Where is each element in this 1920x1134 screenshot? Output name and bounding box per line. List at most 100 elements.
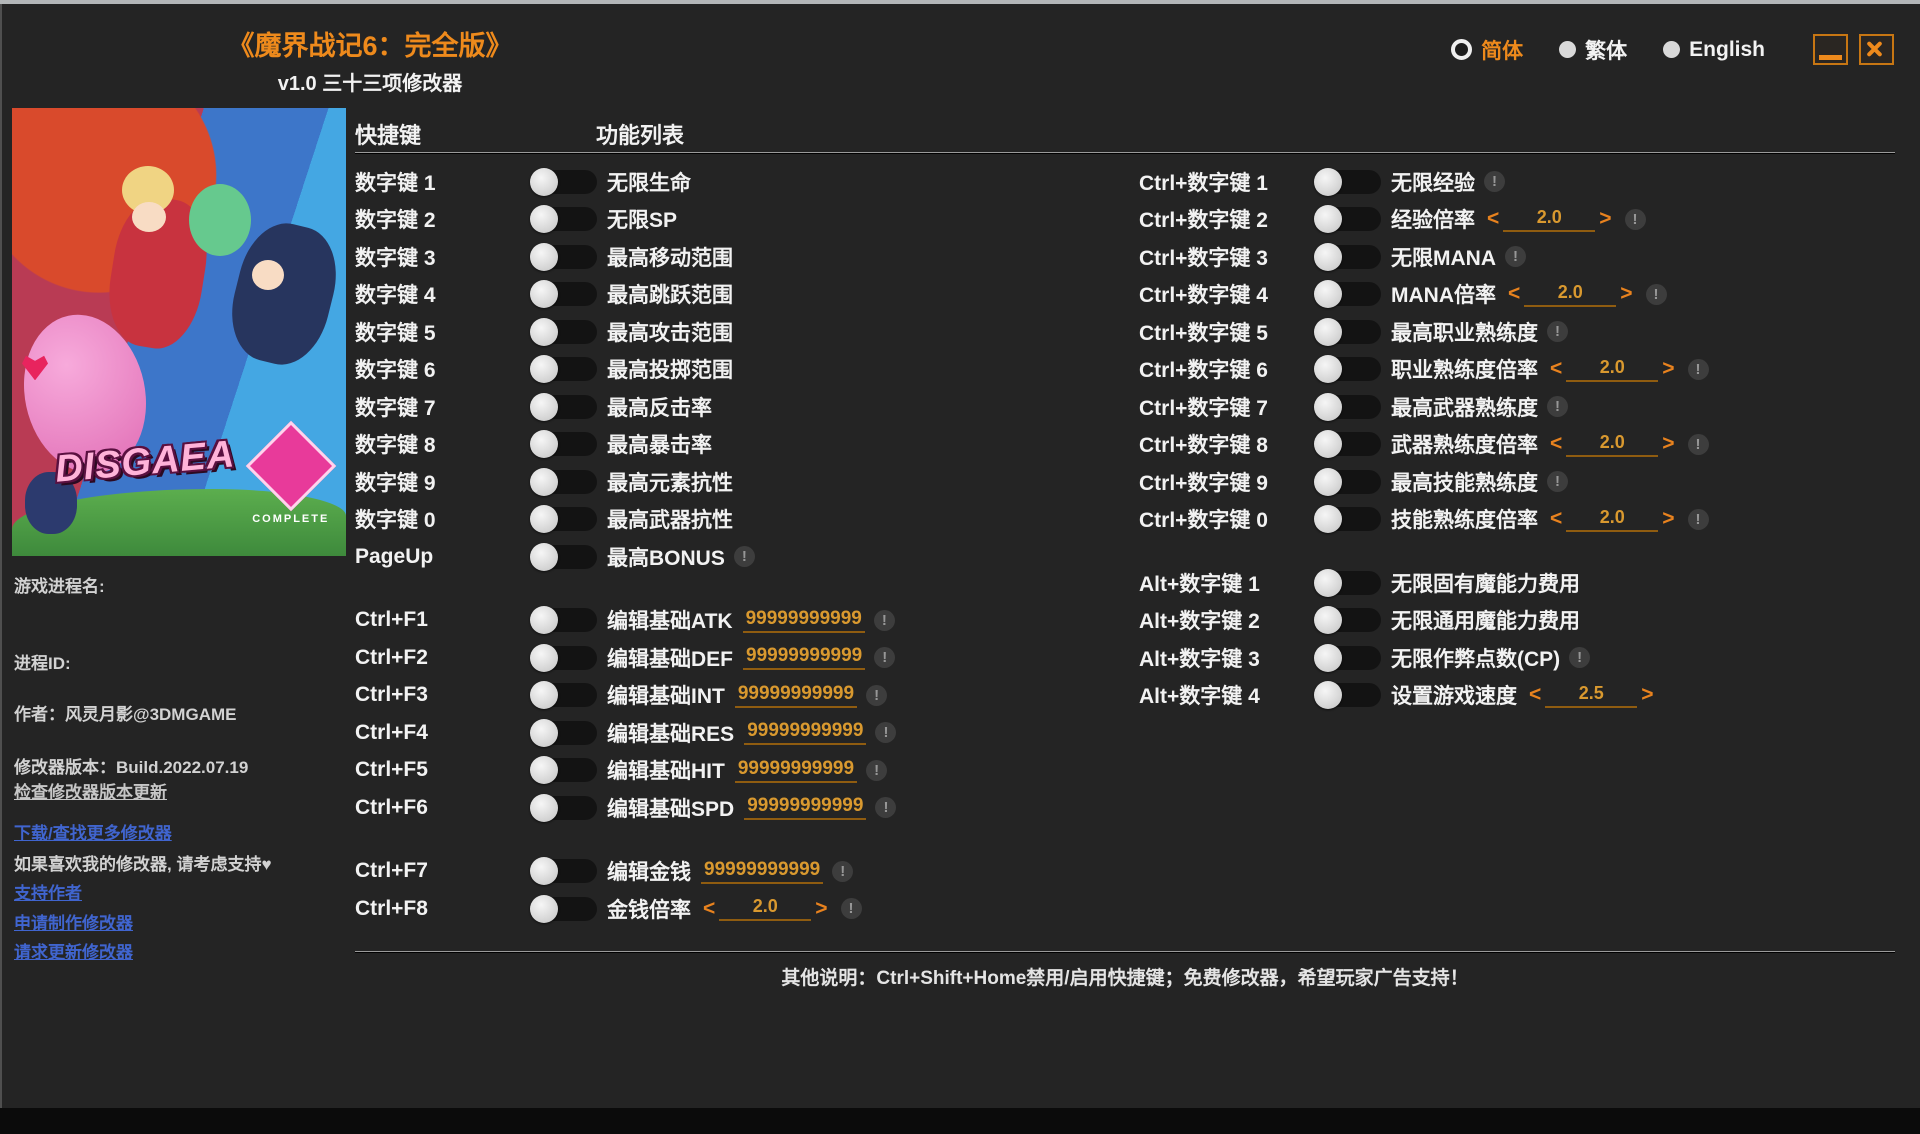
trainer-row: Ctrl+F6编辑基础SPD99999999999!: [355, 789, 896, 827]
stepper-value-field[interactable]: 2.0: [719, 896, 811, 921]
hotkey-label: 数字键 8: [355, 429, 533, 459]
toggle-switch[interactable]: [533, 545, 597, 569]
function-label: 最高移动范围: [607, 242, 733, 272]
toggle-knob-icon: [530, 205, 558, 233]
toggle-switch[interactable]: [533, 608, 597, 632]
stepper-decrease-icon[interactable]: <: [1483, 207, 1503, 231]
toggle-switch[interactable]: [1317, 470, 1381, 494]
stepper-increase-icon[interactable]: >: [1595, 207, 1615, 231]
stepper-decrease-icon[interactable]: <: [1546, 432, 1566, 456]
value-field[interactable]: 99999999999: [735, 758, 857, 783]
toggle-switch[interactable]: [533, 897, 597, 921]
stepper-decrease-icon[interactable]: <: [699, 897, 719, 921]
stepper-increase-icon[interactable]: >: [1658, 357, 1678, 381]
toggle-knob-icon: [530, 681, 558, 709]
function-label: 编辑基础INT: [607, 680, 725, 710]
toggle-switch[interactable]: [533, 721, 597, 745]
lang-label: English: [1689, 38, 1765, 62]
toggle-switch[interactable]: [533, 683, 597, 707]
stepper-value-field[interactable]: 2.0: [1566, 357, 1658, 382]
hotkey-group: 数字键 1无限生命数字键 2无限SP数字键 3最高移动范围数字键 4最高跳跃范围…: [355, 163, 896, 576]
minimize-button[interactable]: [1813, 34, 1848, 65]
toggle-switch[interactable]: [1317, 432, 1381, 456]
trainer-row: Ctrl+数字键 4MANA倍率<2.0>!: [1139, 276, 1709, 314]
function-label: 最高武器熟练度: [1391, 392, 1538, 422]
stepper-value-field[interactable]: 2.0: [1566, 507, 1658, 532]
footer-note: 其他说明：Ctrl+Shift+Home禁用/启用快捷键；免费修改器，希望玩家广…: [355, 963, 1895, 990]
toggle-switch[interactable]: [1317, 571, 1381, 595]
trainer-row: Ctrl+数字键 1无限经验!: [1139, 163, 1709, 201]
toggle-switch[interactable]: [533, 320, 597, 344]
toggle-switch[interactable]: [533, 758, 597, 782]
toggle-switch[interactable]: [1317, 245, 1381, 269]
toggle-knob-icon: [530, 243, 558, 271]
toggle-switch[interactable]: [533, 170, 597, 194]
language-bar: 简体 繁体 English: [1451, 34, 1894, 65]
value-field[interactable]: 99999999999: [744, 720, 866, 745]
trainer-row: 数字键 4最高跳跃范围: [355, 276, 896, 314]
stepper-value-field[interactable]: 2.0: [1503, 207, 1595, 232]
stepper-value-field[interactable]: 2.0: [1566, 432, 1658, 457]
toggle-switch[interactable]: [1317, 395, 1381, 419]
toggle-switch[interactable]: [1317, 170, 1381, 194]
check-update-link[interactable]: 检查修改器版本更新: [14, 778, 167, 803]
stepper-increase-icon[interactable]: >: [1637, 683, 1657, 707]
close-button[interactable]: [1859, 34, 1894, 65]
toggle-switch[interactable]: [533, 859, 597, 883]
toggle-switch[interactable]: [1317, 646, 1381, 670]
toggle-switch[interactable]: [533, 470, 597, 494]
header-divider: [355, 152, 1895, 153]
value-field[interactable]: 99999999999: [735, 683, 857, 708]
support-author-link[interactable]: 支持作者: [14, 879, 82, 904]
radio-dot-icon: [1451, 39, 1472, 60]
stepper-increase-icon[interactable]: >: [1616, 282, 1636, 306]
request-update-link[interactable]: 请求更新修改器: [14, 938, 133, 963]
toggle-switch[interactable]: [533, 796, 597, 820]
function-label: MANA倍率: [1391, 279, 1496, 309]
complete-label: COMPLETE: [252, 513, 329, 525]
toggle-switch[interactable]: [533, 207, 597, 231]
hotkey-label: Ctrl+数字键 9: [1139, 467, 1317, 497]
toggle-switch[interactable]: [533, 395, 597, 419]
toggle-switch[interactable]: [533, 507, 597, 531]
stepper-increase-icon[interactable]: >: [811, 897, 831, 921]
window-top-edge: [0, 0, 1920, 4]
stepper-decrease-icon[interactable]: <: [1546, 507, 1566, 531]
value-field[interactable]: 99999999999: [743, 608, 865, 633]
toggle-switch[interactable]: [1317, 207, 1381, 231]
stepper-increase-icon[interactable]: >: [1658, 507, 1678, 531]
toggle-switch[interactable]: [1317, 683, 1381, 707]
toggle-switch[interactable]: [533, 432, 597, 456]
toggle-switch[interactable]: [533, 282, 597, 306]
hotkey-label: 数字键 0: [355, 504, 533, 534]
request-make-link[interactable]: 申请制作修改器: [14, 909, 133, 934]
toggle-switch[interactable]: [533, 646, 597, 670]
stepper-decrease-icon[interactable]: <: [1525, 683, 1545, 707]
value-field[interactable]: 99999999999: [743, 645, 865, 670]
lang-radio-traditional[interactable]: 繁体: [1559, 35, 1627, 65]
toggle-knob-icon: [530, 168, 558, 196]
stepper-decrease-icon[interactable]: <: [1504, 282, 1524, 306]
author-label: 作者：风灵月影@3DMGAME: [14, 700, 236, 725]
hotkey-label: Ctrl+数字键 3: [1139, 242, 1317, 272]
toggle-switch[interactable]: [1317, 357, 1381, 381]
lang-radio-english[interactable]: English: [1663, 38, 1765, 62]
value-field[interactable]: 99999999999: [744, 795, 866, 820]
function-label: 最高武器抗性: [607, 504, 733, 534]
value-field[interactable]: 99999999999: [701, 859, 823, 884]
toggle-switch[interactable]: [533, 245, 597, 269]
more-trainers-link[interactable]: 下载/查找更多修改器: [14, 819, 172, 844]
toggle-switch[interactable]: [1317, 282, 1381, 306]
trainer-row: Ctrl+F8金钱倍率<2.0>!: [355, 890, 896, 928]
lang-radio-simplified[interactable]: 简体: [1451, 35, 1523, 65]
trainer-row: 数字键 8最高暴击率: [355, 426, 896, 464]
stepper-value-field[interactable]: 2.5: [1545, 683, 1637, 708]
toggle-knob-icon: [530, 468, 558, 496]
toggle-switch[interactable]: [1317, 608, 1381, 632]
stepper-increase-icon[interactable]: >: [1658, 432, 1678, 456]
stepper-value-field[interactable]: 2.0: [1524, 282, 1616, 307]
toggle-switch[interactable]: [1317, 320, 1381, 344]
stepper-decrease-icon[interactable]: <: [1546, 357, 1566, 381]
toggle-switch[interactable]: [533, 357, 597, 381]
toggle-switch[interactable]: [1317, 507, 1381, 531]
